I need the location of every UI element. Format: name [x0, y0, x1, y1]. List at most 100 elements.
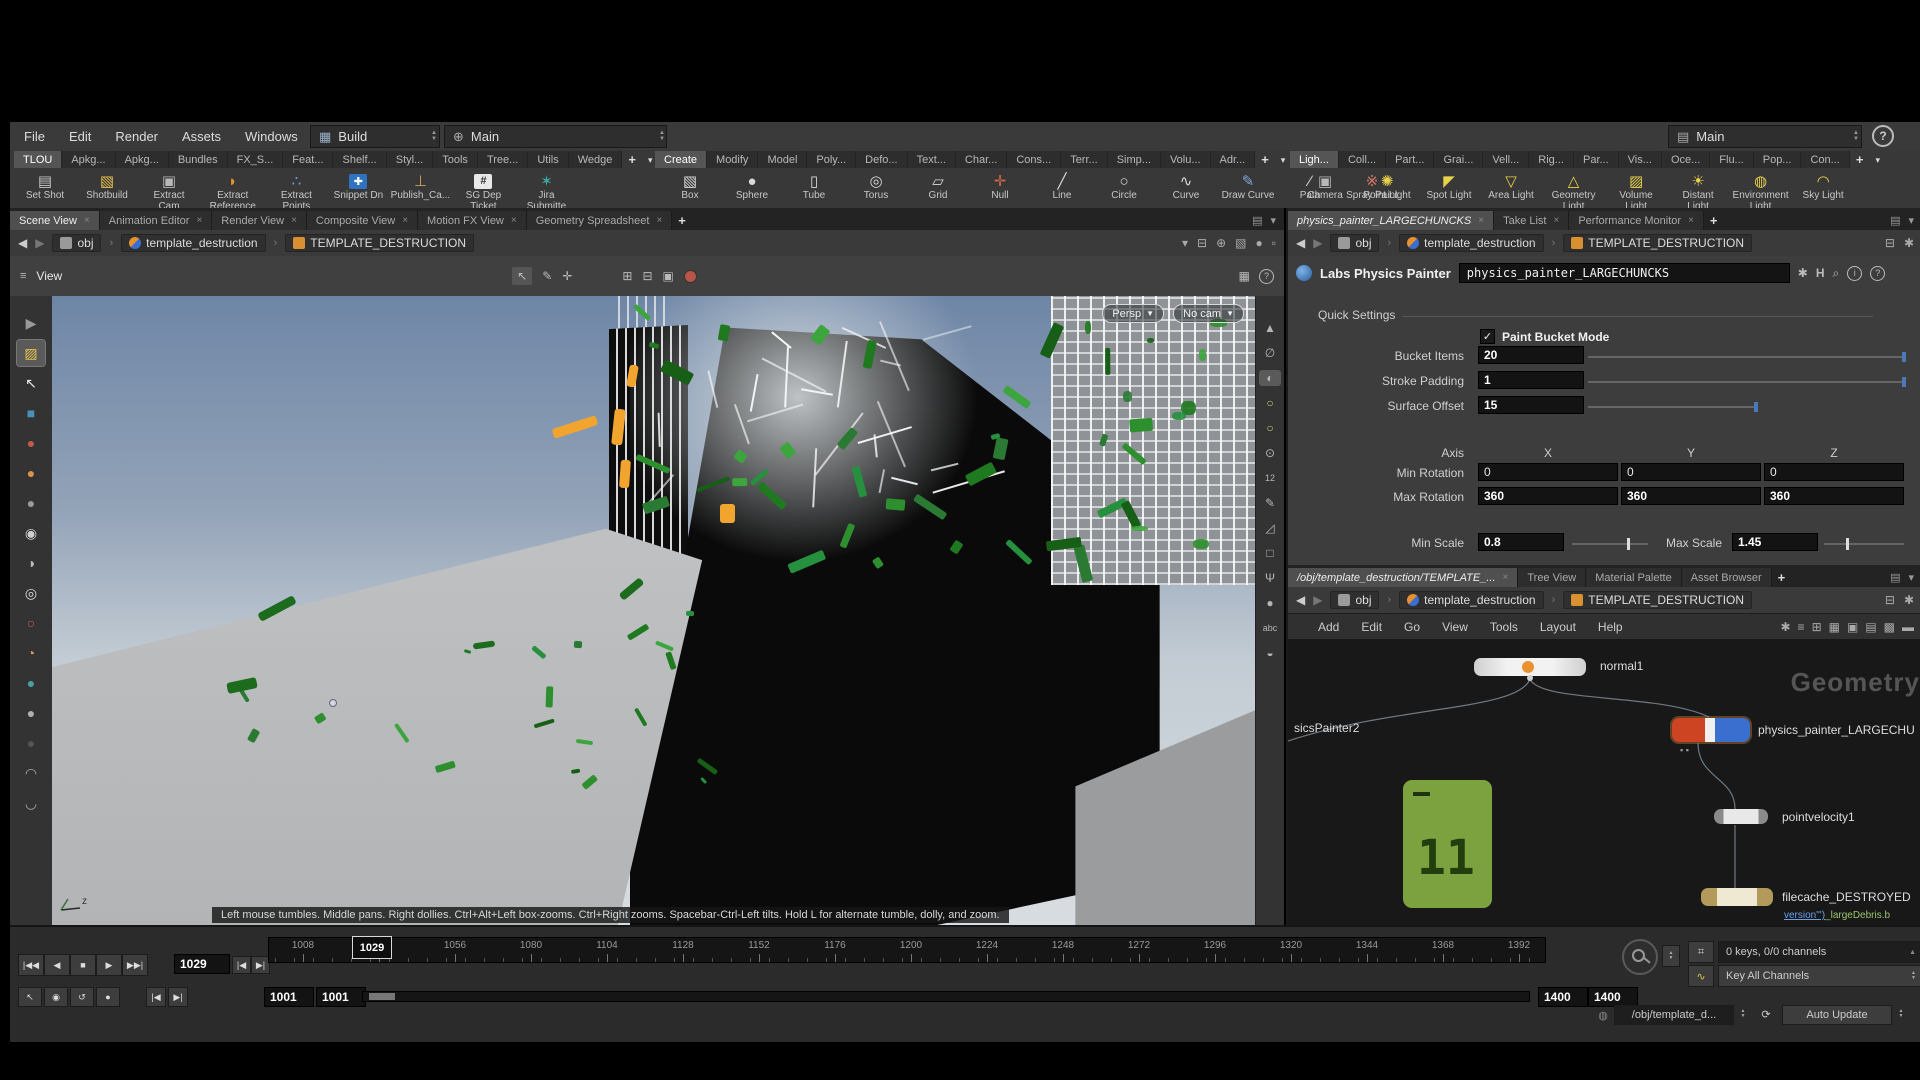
close-icon[interactable]: × [84, 215, 90, 226]
network-menu-add[interactable]: Add [1318, 620, 1339, 634]
breadcrumb-obj[interactable]: obj [1330, 234, 1379, 252]
shelf-add-icon[interactable]: + [622, 151, 642, 168]
shelf-tab-text[interactable]: Text... [908, 151, 956, 168]
pane-menu-icon[interactable]: ▾ [1908, 214, 1914, 227]
shelf-tool-volumelight[interactable]: ▨Volume Light [1605, 171, 1667, 212]
key-dropdown[interactable]: ▲▼ [1662, 945, 1680, 967]
dot-icon[interactable]: ● [1259, 595, 1281, 611]
scene-selector[interactable]: ⊕ Main [444, 125, 667, 148]
branch-icon[interactable]: Ψ [1259, 570, 1281, 586]
triangle-up-icon[interactable]: ▲ [1259, 320, 1281, 336]
pane-tab-motionfxview[interactable]: Motion FX View× [418, 211, 527, 230]
shelf-tool-geometrylight[interactable]: △Geometry Light [1542, 171, 1605, 212]
min-scale-slider[interactable] [1572, 543, 1648, 545]
shelf-tab-fxs[interactable]: FX_S... [228, 151, 284, 168]
shelf-tab-coll[interactable]: Coll... [1339, 151, 1386, 168]
shelf-tab-bundles[interactable]: Bundles [169, 151, 228, 168]
key-icon-button[interactable] [1622, 939, 1658, 975]
shelf-tool-extractcam[interactable]: ▣Extract Cam [138, 171, 200, 212]
grid-layout-icon[interactable]: ⊞ [1812, 620, 1822, 634]
takes-spinner[interactable]: ▲▼ [1850, 127, 1862, 145]
min-rotation-x-field[interactable]: 0 [1478, 463, 1618, 481]
surface-offset-field[interactable]: 15 [1478, 396, 1584, 414]
shelf-menu-icon[interactable]: ▾ [1275, 151, 1292, 168]
shelf-tab-adr[interactable]: Adr... [1211, 151, 1256, 168]
min-scale-field[interactable]: 0.8 [1478, 533, 1564, 551]
shelf-menu-icon[interactable]: ▾ [1869, 151, 1886, 168]
bowl-icon[interactable]: ◡ [17, 790, 45, 816]
forward-icon[interactable]: ▶ [1313, 593, 1322, 607]
paint-bucket-mode[interactable]: ✓ Paint Bucket Mode [1480, 329, 1609, 344]
shelf-tool-null[interactable]: ✛Null [969, 171, 1031, 202]
pane-split-icon[interactable]: ▤ [1890, 214, 1900, 227]
cursor-icon[interactable]: ↖ [17, 370, 45, 396]
houdini-h-icon[interactable]: H [1816, 266, 1825, 280]
viewport-help-icon[interactable]: ? [1259, 269, 1274, 284]
grid2-icon[interactable]: ▦ [1829, 620, 1840, 634]
breadcrumb-templatedestruction[interactable]: TEMPLATE_DESTRUCTION [285, 234, 474, 252]
ruler-icon[interactable]: ◿ [1259, 520, 1281, 536]
shelf-tool-pointlight[interactable]: ✺Point Light [1356, 171, 1418, 202]
red-ring-icon[interactable]: ○ [17, 610, 45, 636]
shelf-tab-tools[interactable]: Tools [433, 151, 478, 168]
shelf-tool-snippetdn[interactable]: ✚Snippet Dn [327, 171, 389, 202]
shelf-tab-terr[interactable]: Terr... [1061, 151, 1108, 168]
range-end-button[interactable]: ▶| [168, 987, 188, 1007]
shelf-tool-setshot[interactable]: ▤Set Shot [14, 171, 76, 202]
recook-icon[interactable]: ⟳ [1756, 1005, 1776, 1023]
key-all-channels-button[interactable]: Key All Channels▲▼ [1718, 965, 1920, 987]
shelf-tool-distantlight[interactable]: ☀Distant Light [1667, 171, 1729, 212]
shelf-tool-sphere[interactable]: ●Sphere [721, 171, 783, 202]
pane-tab-compositeview[interactable]: Composite View× [307, 211, 418, 230]
shelf-add-icon[interactable]: + [1850, 151, 1870, 168]
pane-add-icon[interactable]: + [1704, 212, 1724, 230]
shelf-tool-shotbuild[interactable]: ▧Shotbuild [76, 171, 138, 202]
rings-icon[interactable]: ◎ [17, 580, 45, 606]
half-sphere-icon[interactable]: ◒ [1259, 645, 1281, 661]
context-path-chip[interactable]: /obj/template_d... [1614, 1005, 1734, 1025]
shelf-tool-torus[interactable]: ◎Torus [845, 171, 907, 202]
back-icon[interactable]: ◀ [1296, 236, 1305, 250]
loop-mode-button[interactable]: ↺ [70, 987, 94, 1007]
frame-ruler[interactable]: 1008103210561080110411281152117612001224… [268, 937, 1546, 963]
shelf-tab-par[interactable]: Par... [1574, 151, 1619, 168]
shelf-tool-extractpoints[interactable]: ∴Extract Points [265, 171, 327, 212]
network-menu-go[interactable]: Go [1404, 620, 1420, 634]
shelf-tab-pop[interactable]: Pop... [1754, 151, 1802, 168]
shelf-tab-styl[interactable]: Styl... [387, 151, 434, 168]
surface-offset-slider[interactable] [1588, 406, 1758, 408]
forward-icon[interactable]: ▶ [1313, 236, 1322, 250]
blue-sphere-icon[interactable]: ● [17, 670, 45, 696]
dark-circle-icon[interactable]: ● [17, 730, 45, 756]
info-icon[interactable]: i [1847, 266, 1862, 281]
checkbox-checked-icon[interactable]: ✓ [1480, 329, 1495, 344]
close-icon[interactable]: × [291, 215, 297, 226]
shelf-tab-model[interactable]: Model [758, 151, 807, 168]
desktop-spinner[interactable]: ▲▼ [428, 127, 440, 145]
shelf-tool-line[interactable]: ╱Line [1031, 171, 1093, 202]
channel-wave-icon[interactable]: ∿ [1688, 965, 1714, 987]
layout-blue-icon[interactable]: ▩ [1884, 620, 1895, 634]
shelf-tab-tree[interactable]: Tree... [478, 151, 528, 168]
pane-tab-animationeditor[interactable]: Animation Editor× [100, 211, 213, 230]
pane-tab-takelist[interactable]: Take List× [1494, 211, 1569, 230]
shelf-tab-wedge[interactable]: Wedge [569, 151, 623, 168]
shelf-tool-arealight[interactable]: ▽Area Light [1480, 171, 1542, 202]
shelf-tool-spotlight[interactable]: ◤Spot Light [1418, 171, 1480, 202]
node-pointvelocity[interactable] [1714, 809, 1768, 824]
node-output-dot[interactable] [1527, 675, 1533, 681]
range-slider-handle[interactable] [369, 993, 395, 1000]
max-rotation-z-field[interactable]: 360 [1764, 487, 1904, 505]
bulb-icon[interactable]: ○ [1259, 395, 1281, 411]
close-icon[interactable]: × [1478, 215, 1484, 226]
range-slider[interactable] [362, 991, 1530, 1002]
auto-update-spinner[interactable]: ▲▼ [1894, 1005, 1908, 1023]
jump-end-button[interactable]: ▶▶| [122, 954, 148, 976]
close-icon[interactable]: × [402, 215, 408, 226]
realtime-toggle-button[interactable]: ◉ [44, 987, 68, 1007]
pin-light-icon[interactable]: ⊙ [1259, 445, 1281, 461]
stroke-padding-field[interactable]: 1 [1478, 371, 1584, 389]
paint-bucket-icon[interactable]: ▨ [17, 340, 45, 366]
shelf-tab-char[interactable]: Char... [956, 151, 1007, 168]
back-icon[interactable]: ◀ [1296, 593, 1305, 607]
